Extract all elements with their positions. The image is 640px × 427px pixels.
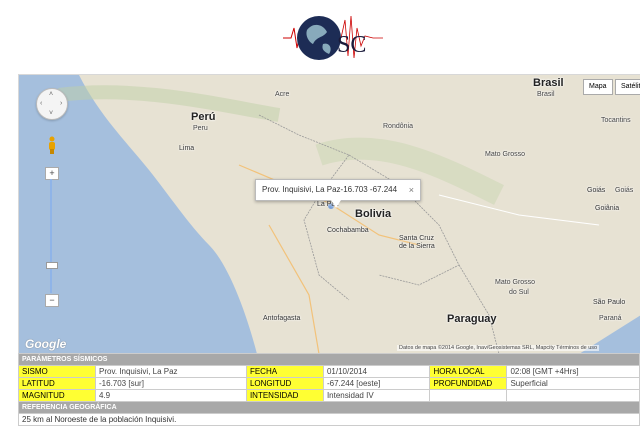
label-tocantins: Tocantins xyxy=(601,117,631,124)
label-peru: Perú xyxy=(191,111,216,123)
label-goias-region: Goiás xyxy=(615,187,634,194)
zoom-slider-track[interactable] xyxy=(50,179,52,293)
map-type-mapa-button[interactable]: Mapa xyxy=(583,79,613,95)
info-window-pointer xyxy=(331,200,341,208)
info-window: Prov. Inquisivi, La Paz-16.703 -67.244 × xyxy=(255,179,421,201)
label-parana: Paraná xyxy=(599,315,622,322)
pegman-icon[interactable] xyxy=(47,136,57,154)
pan-up-arrow-icon[interactable]: ˄ xyxy=(49,91,53,98)
param-value: Prov. Inquisivi, La Paz xyxy=(95,365,247,378)
logo-text: SC xyxy=(337,32,366,58)
param-key: FECHA xyxy=(245,365,324,378)
zoom-in-button[interactable]: + xyxy=(45,167,59,180)
label-do-sul: do Sul xyxy=(509,289,529,296)
osc-logo: SC xyxy=(283,8,383,70)
param-value: -16.703 [sur] xyxy=(95,377,247,390)
param-key: LONGITUD xyxy=(245,377,324,390)
info-window-text: Prov. Inquisivi, La Paz-16.703 -67.244 xyxy=(262,185,398,194)
label-bolivia: Bolivia xyxy=(355,208,392,220)
param-key: HORA LOCAL xyxy=(429,365,508,378)
label-goiania: Goiânia xyxy=(595,205,620,212)
map-attribution[interactable]: Datos de mapa ©2014 Google, Inav/Geosist… xyxy=(397,345,600,351)
label-acre: Acre xyxy=(275,91,290,98)
param-key: INTENSIDAD xyxy=(245,389,324,402)
param-value: 02:08 [GMT +4Hrs] xyxy=(506,365,640,378)
param-value: Superficial xyxy=(506,377,640,390)
geo-reference-header: REFERENCIA GEOGRÁFICA xyxy=(18,401,640,414)
pan-control[interactable]: ˄ ˅ ‹ › xyxy=(36,88,68,120)
pan-left-arrow-icon[interactable]: ‹ xyxy=(40,100,42,107)
param-key: SISMO xyxy=(18,365,96,378)
label-paraguay: Paraguay xyxy=(447,313,497,325)
param-empty xyxy=(506,389,640,402)
label-goias-city: Goiás xyxy=(587,187,606,194)
pan-down-arrow-icon[interactable]: ˅ xyxy=(49,110,53,117)
param-value: 01/10/2014 xyxy=(322,365,431,378)
label-mato-grosso-do-sul: Mato Grosso xyxy=(495,279,536,286)
param-value: Intensidad IV xyxy=(322,389,431,402)
zoom-slider-thumb[interactable] xyxy=(46,262,58,269)
param-key: LATITUD xyxy=(18,377,96,390)
params-header: PARÁMETROS SÍSMICOS xyxy=(18,353,640,366)
param-value: 4.9 xyxy=(95,389,247,402)
label-cochabamba: Cochabamba xyxy=(327,227,369,234)
label-rondonia: Rondônia xyxy=(383,123,413,130)
label-mato-grosso: Mato Grosso xyxy=(485,151,526,158)
label-peru-region: Peru xyxy=(193,125,208,132)
label-sao-paulo: São Paulo xyxy=(593,299,626,306)
label-brasil-region: Brasil xyxy=(537,91,555,98)
label-antofagasta: Antofagasta xyxy=(263,315,301,322)
seismic-parameters-table: PARÁMETROS SÍSMICOS SISMO Prov. Inquisiv… xyxy=(18,353,640,426)
pan-right-arrow-icon[interactable]: › xyxy=(60,100,62,107)
map[interactable]: ˄ ˅ ‹ › + − Mapa Satélite Perú Peru Lima… xyxy=(18,74,640,355)
geo-reference-text: 25 km al Noroeste de la población Inquis… xyxy=(18,413,640,426)
close-icon[interactable]: × xyxy=(409,180,414,200)
label-lima: Lima xyxy=(179,145,195,152)
label-brasil: Brasil xyxy=(533,77,564,89)
param-empty xyxy=(429,389,508,402)
param-key: MAGNITUD xyxy=(18,389,96,402)
google-logo: Google xyxy=(25,337,67,351)
label-santa-cruz: Santa Cruz xyxy=(399,235,435,242)
param-value: -67.244 [oeste] xyxy=(322,377,431,390)
param-key: PROFUNDIDAD xyxy=(429,377,508,390)
label-de-la-sierra: de la Sierra xyxy=(399,243,435,250)
zoom-out-button[interactable]: − xyxy=(45,294,59,307)
map-type-satelite-button[interactable]: Satélite xyxy=(615,79,640,95)
